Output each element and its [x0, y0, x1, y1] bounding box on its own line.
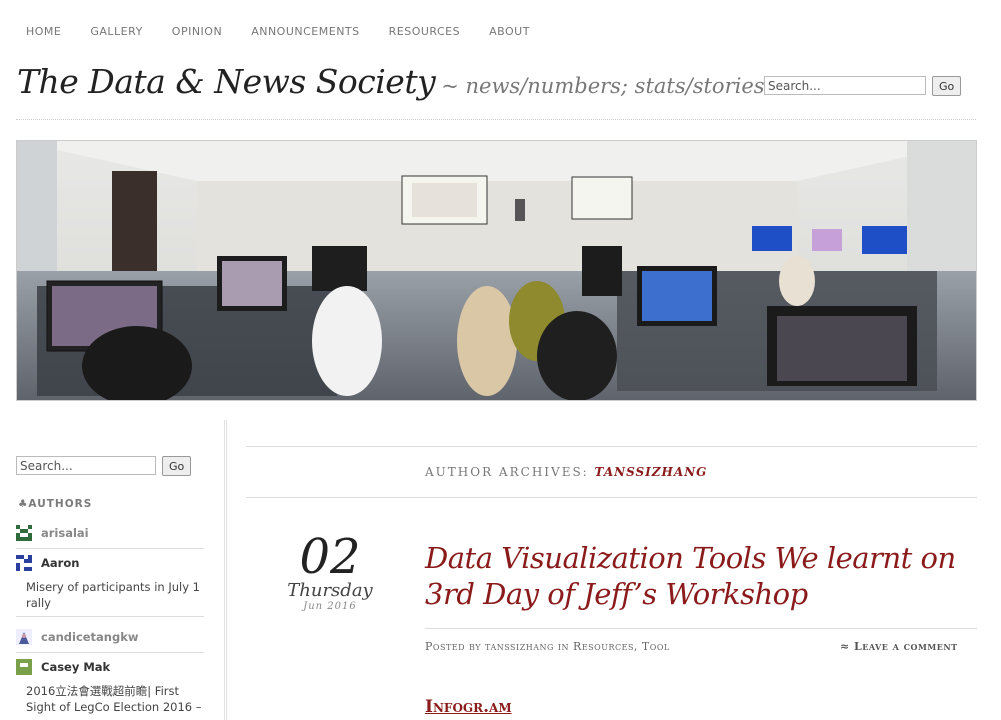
sidebar-search: Search... Go — [16, 456, 192, 476]
post-day: 02 — [299, 529, 361, 585]
author-latest-post[interactable]: Misery of participants in July 1 rally — [26, 579, 201, 611]
nav-resources[interactable]: RESOURCES — [389, 25, 461, 38]
avatar-photo — [16, 629, 32, 645]
author-item[interactable]: arisalai — [16, 524, 204, 549]
post-title-link[interactable]: Data Visualization Tools We learnt on 3r… — [425, 540, 980, 612]
post-meta-divider — [425, 628, 977, 629]
author-latest-post[interactable]: 2016立法會選戰超前瞻| First Sight of LegCo Elect… — [26, 683, 211, 715]
content-divider-top — [246, 446, 977, 447]
identicon-avatar — [16, 555, 32, 571]
author-separator — [16, 548, 204, 549]
archive-title: AUTHOR ARCHIVES: TANSSIZHANG — [425, 465, 707, 479]
header-divider — [16, 119, 976, 120]
sidebar-divider — [224, 420, 227, 720]
header-search: Search... Go — [764, 76, 962, 96]
site-tagline: ~ news/numbers; stats/stories — [441, 74, 765, 98]
sidebar-search-input[interactable]: Search... — [16, 456, 156, 475]
sidebar-search-go-button[interactable]: Go — [162, 456, 192, 476]
post-month-year: Jun 2016 — [303, 601, 357, 612]
identicon-avatar — [16, 659, 32, 675]
authors-heading: ♣AUTHORS — [18, 498, 93, 510]
header-banner-image — [16, 140, 977, 401]
nav-announcements[interactable]: ANNOUNCEMENTS — [251, 25, 359, 38]
content-divider-archive — [246, 497, 977, 498]
site-title[interactable]: The Data & News Society ~ news/numbers; s… — [17, 62, 765, 101]
header-search-input[interactable]: Search... — [764, 76, 926, 95]
post-weekday: Thursday — [287, 580, 373, 601]
author-item[interactable]: Aaron Misery of participants in July 1 r… — [16, 554, 204, 617]
archive-author-name: TANSSIZHANG — [594, 465, 708, 479]
author-separator — [16, 616, 204, 617]
archive-label: AUTHOR ARCHIVES: — [425, 465, 589, 479]
author-name[interactable]: arisalai — [41, 526, 89, 540]
author-item[interactable]: Casey Mak 2016立法會選戰超前瞻| First Sight of L… — [16, 658, 204, 715]
site-name[interactable]: The Data & News Society — [17, 62, 436, 101]
author-name[interactable]: Aaron — [41, 556, 79, 570]
post-date: 02 Thursday Jun 2016 — [260, 533, 400, 612]
author-separator — [16, 652, 204, 653]
post-meta[interactable]: Posted by tanssizhang in Resources, Tool — [425, 640, 670, 653]
nav-gallery[interactable]: GALLERY — [90, 25, 142, 38]
nav-home[interactable]: HOME — [26, 25, 61, 38]
post-subheading-link[interactable]: Infogr.am — [425, 697, 512, 717]
author-name[interactable]: Casey Mak — [41, 660, 110, 674]
author-name[interactable]: candicetangkw — [41, 630, 139, 644]
main-nav: HOME GALLERY OPINION ANNOUNCEMENTS RESOU… — [26, 25, 559, 38]
identicon-avatar — [16, 525, 32, 541]
author-item[interactable]: candicetangkw — [16, 628, 204, 653]
header-search-go-button[interactable]: Go — [932, 76, 962, 96]
nav-about[interactable]: ABOUT — [489, 25, 530, 38]
leave-comment-link[interactable]: ≈ Leave a comment — [840, 640, 958, 653]
nav-opinion[interactable]: OPINION — [172, 25, 222, 38]
